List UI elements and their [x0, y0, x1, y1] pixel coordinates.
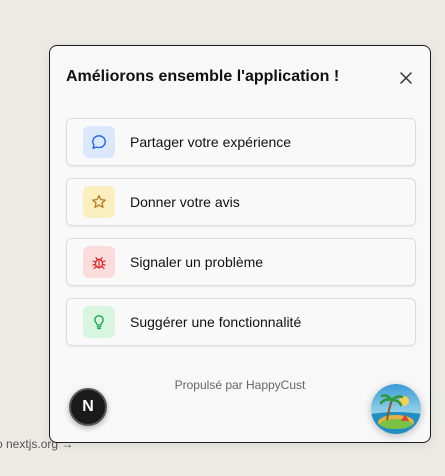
chat-bubble-icon-box — [83, 126, 115, 158]
lightbulb-icon-box — [83, 306, 115, 338]
close-button[interactable] — [396, 68, 416, 88]
nextjs-dev-badge[interactable]: N — [69, 388, 107, 426]
option-suggest-feature[interactable]: Suggérer une fonctionnalité — [66, 298, 416, 346]
bug-icon — [92, 256, 106, 270]
option-label: Suggérer une fonctionnalité — [130, 314, 302, 330]
option-share-experience[interactable]: Partager votre expérience — [66, 118, 416, 166]
lightbulb-icon — [94, 315, 104, 330]
star-icon — [92, 194, 106, 208]
popup-title: Améliorons ensemble l'application ! — [66, 68, 340, 85]
close-icon — [400, 72, 412, 84]
powered-by-footer[interactable]: Propulsé par HappyCust — [50, 378, 430, 392]
feedback-popup: Améliorons ensemble l'application ! Part… — [49, 45, 431, 443]
option-label: Donner votre avis — [130, 194, 240, 210]
bug-icon-box — [83, 246, 115, 278]
chat-bubble-icon — [92, 135, 106, 149]
nextjs-logo-icon: N — [82, 398, 94, 415]
feedback-launcher-button[interactable] — [371, 384, 421, 434]
option-report-problem[interactable]: Signaler un problème — [66, 238, 416, 286]
option-label: Signaler un problème — [130, 254, 264, 270]
option-label: Partager votre expérience — [130, 134, 292, 150]
option-give-opinion[interactable]: Donner votre avis — [66, 178, 416, 226]
beach-island-icon — [371, 384, 421, 434]
star-icon-box — [83, 186, 115, 218]
